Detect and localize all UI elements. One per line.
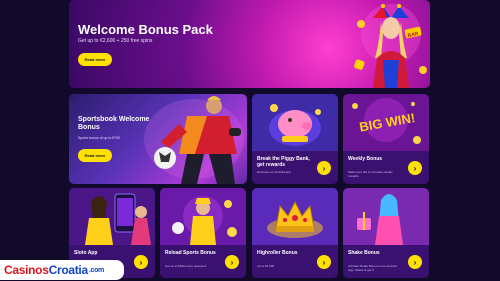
piggy-bank-image: [252, 94, 338, 151]
sportsbook-welcome-banner[interactable]: Sportsbook Welcome Bonus Sports bonus of…: [69, 94, 247, 184]
shake-desc: Activate Shake Bonus in our Android App.…: [348, 264, 397, 272]
casinoscroatia-logo: Casinos Croatia .com: [0, 260, 124, 280]
highroller-desc: Up to €2,000: [257, 264, 275, 268]
logo-part-com: .com: [88, 266, 104, 274]
highroller-card[interactable]: Highroller Bonus Up to €2,000 ›: [252, 188, 338, 278]
sportsbook-subtitle: Sports bonus of up to €700: [78, 136, 121, 140]
reload-title: Reload Sports Bonus: [165, 250, 216, 256]
weekly-desc: Make your 3rd to increase weekly rewards: [348, 170, 393, 178]
reload-arrow-button[interactable]: ›: [225, 255, 239, 269]
piggy-arrow-button[interactable]: ›: [317, 161, 331, 175]
hero-title: Welcome Bonus Pack: [78, 22, 213, 37]
sportsbook-read-more-button[interactable]: Read more: [78, 149, 112, 162]
shake-arrow-button[interactable]: ›: [408, 255, 422, 269]
reload-sports-image: [160, 188, 246, 245]
shake-title: Shake Bonus: [348, 250, 380, 256]
piggy-desc: Exclusive on Android app: [257, 170, 291, 174]
logo-part-casinos: Casinos: [4, 263, 49, 277]
shake-bonus-image: [343, 188, 429, 245]
shake-bonus-card[interactable]: Shake Bonus Activate Shake Bonus in our …: [343, 188, 429, 278]
crown-image: [252, 188, 338, 245]
weekly-arrow-button[interactable]: ›: [408, 161, 422, 175]
sloto-arrow-button[interactable]: ›: [134, 255, 148, 269]
big-win-image: BIG WIN!: [343, 94, 429, 151]
sportsbook-title: Sportsbook Welcome Bonus: [78, 116, 150, 131]
reload-desc: Get up to €100 every weekend: [165, 264, 206, 268]
welcome-bonus-banner[interactable]: Welcome Bonus Pack Get up to €2,600 + 25…: [69, 0, 430, 88]
jester-character-image: BAR: [354, 4, 427, 88]
hero-read-more-button[interactable]: Read more: [78, 53, 112, 66]
weekly-bonus-card[interactable]: BIG WIN! Weekly Bonus Make your 3rd to i…: [343, 94, 429, 184]
reload-sports-card[interactable]: Reload Sports Bonus Get up to €100 every…: [160, 188, 246, 278]
sloto-app-image: [69, 188, 155, 245]
logo-part-croatia: Croatia: [48, 263, 89, 277]
piggy-bank-card[interactable]: Break the Piggy Bank, get rewards Exclus…: [252, 94, 338, 184]
highroller-arrow-button[interactable]: ›: [317, 255, 331, 269]
hero-subtitle: Get up to €2,600 + 250 free spins: [78, 38, 153, 44]
piggy-title: Break the Piggy Bank, get rewards: [257, 156, 310, 168]
sloto-title: Sloto App: [74, 250, 98, 256]
highroller-title: Highroller Bonus: [257, 250, 298, 256]
weekly-title: Weekly Bonus: [348, 156, 383, 162]
